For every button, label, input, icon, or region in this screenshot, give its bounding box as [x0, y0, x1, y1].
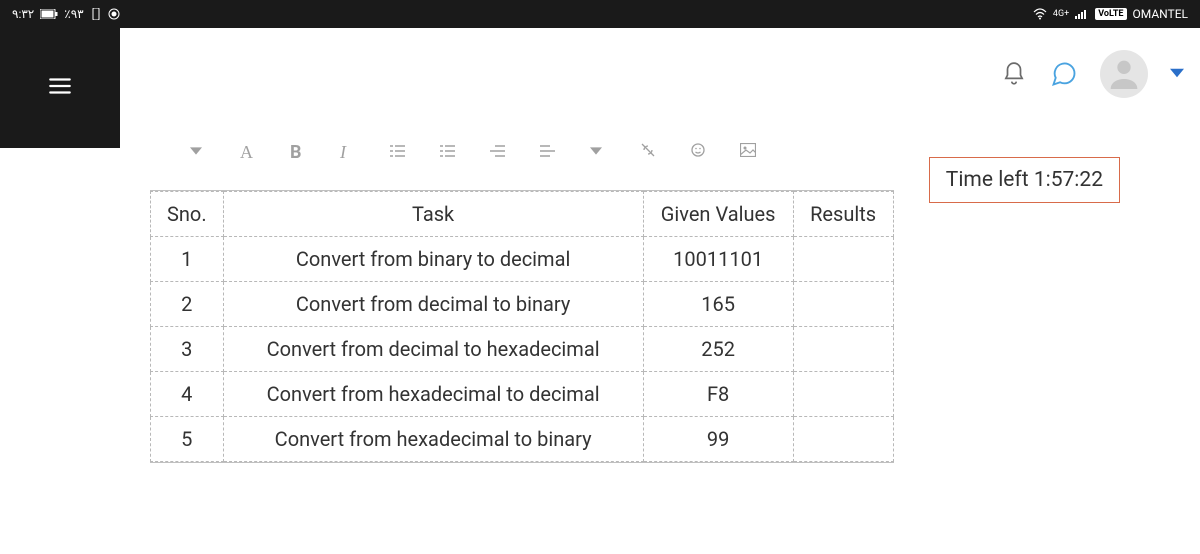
table-row: 4 Convert from hexadecimal to decimal F8: [151, 372, 894, 417]
app-header: [0, 28, 1200, 120]
cell-results[interactable]: [793, 327, 893, 372]
messages-button[interactable]: [1050, 60, 1078, 88]
header-sno: Sno.: [151, 192, 224, 237]
indent-icon[interactable]: [540, 142, 560, 158]
notifications-button[interactable]: [1000, 60, 1028, 88]
cell-given: 10011101: [643, 237, 793, 282]
header-task: Task: [223, 192, 643, 237]
table-row: 5 Convert from hexadecimal to binary 99: [151, 417, 894, 462]
status-bar: ٩:٣٢ ٪٩٣ 4G+ VoLTE OMANTEL: [0, 0, 1200, 28]
cell-results[interactable]: [793, 237, 893, 282]
cell-results[interactable]: [793, 372, 893, 417]
record-icon: [108, 8, 120, 20]
italic-icon[interactable]: I: [340, 142, 360, 158]
editor-toolbar: A B I: [150, 140, 894, 160]
user-avatar[interactable]: [1100, 50, 1148, 98]
battery-icon: [40, 9, 58, 19]
table-header-row: Sno. Task Given Values Results: [151, 192, 894, 237]
network-type: 4G+: [1053, 9, 1069, 19]
cell-given: 165: [643, 282, 793, 327]
table-row: 2 Convert from decimal to binary 165: [151, 282, 894, 327]
cell-sno: 4: [151, 372, 224, 417]
status-time: ٩:٣٢: [12, 7, 34, 21]
header-given: Given Values: [643, 192, 793, 237]
volte-badge: VoLTE: [1095, 8, 1126, 20]
cell-given: F8: [643, 372, 793, 417]
cell-results[interactable]: [793, 282, 893, 327]
unlink-icon[interactable]: [640, 142, 660, 158]
cell-task: Convert from decimal to hexadecimal: [223, 327, 643, 372]
timer-label: Time left 1:57:22: [946, 168, 1103, 192]
cell-sno: 3: [151, 327, 224, 372]
sidebar-header-block: [0, 28, 120, 148]
status-right: 4G+ VoLTE OMANTEL: [1033, 7, 1188, 21]
battery-percent: ٪٩٣: [64, 7, 83, 21]
cell-sno: 2: [151, 282, 224, 327]
screenshot-icon: [90, 8, 102, 20]
task-table-wrap: Sno. Task Given Values Results 1 Convert…: [150, 190, 894, 463]
table-row: 1 Convert from binary to decimal 1001110…: [151, 237, 894, 282]
main-panel: A B I Sno. Task Given Values Results: [150, 140, 894, 463]
wifi-icon: [1033, 8, 1047, 20]
outdent-icon[interactable]: [490, 142, 510, 158]
font-icon[interactable]: A: [240, 142, 260, 158]
task-table: Sno. Task Given Values Results 1 Convert…: [150, 191, 894, 462]
user-menu-dropdown[interactable]: [1170, 65, 1184, 84]
timer-display: Time left 1:57:22: [929, 157, 1120, 203]
table-row: 3 Convert from decimal to hexadecimal 25…: [151, 327, 894, 372]
header-results: Results: [793, 192, 893, 237]
carrier-name: OMANTEL: [1133, 7, 1189, 21]
cell-task: Convert from binary to decimal: [223, 237, 643, 282]
cell-given: 252: [643, 327, 793, 372]
cell-results[interactable]: [793, 417, 893, 462]
bold-icon[interactable]: B: [290, 142, 310, 158]
toolbar-dropdown-icon[interactable]: [190, 142, 210, 158]
menu-button[interactable]: [47, 73, 73, 103]
cell-sno: 1: [151, 237, 224, 282]
signal-icon: [1075, 9, 1089, 19]
emoji-icon[interactable]: [690, 142, 710, 158]
cell-task: Convert from hexadecimal to binary: [223, 417, 643, 462]
status-left: ٩:٣٢ ٪٩٣: [12, 7, 120, 21]
list-icon[interactable]: [390, 142, 410, 158]
toolbar-dropdown-icon-2[interactable]: [590, 142, 610, 158]
cell-given: 99: [643, 417, 793, 462]
cell-task: Convert from decimal to binary: [223, 282, 643, 327]
image-icon[interactable]: [740, 142, 760, 158]
numbered-list-icon[interactable]: [440, 142, 460, 158]
cell-task: Convert from hexadecimal to decimal: [223, 372, 643, 417]
cell-sno: 5: [151, 417, 224, 462]
